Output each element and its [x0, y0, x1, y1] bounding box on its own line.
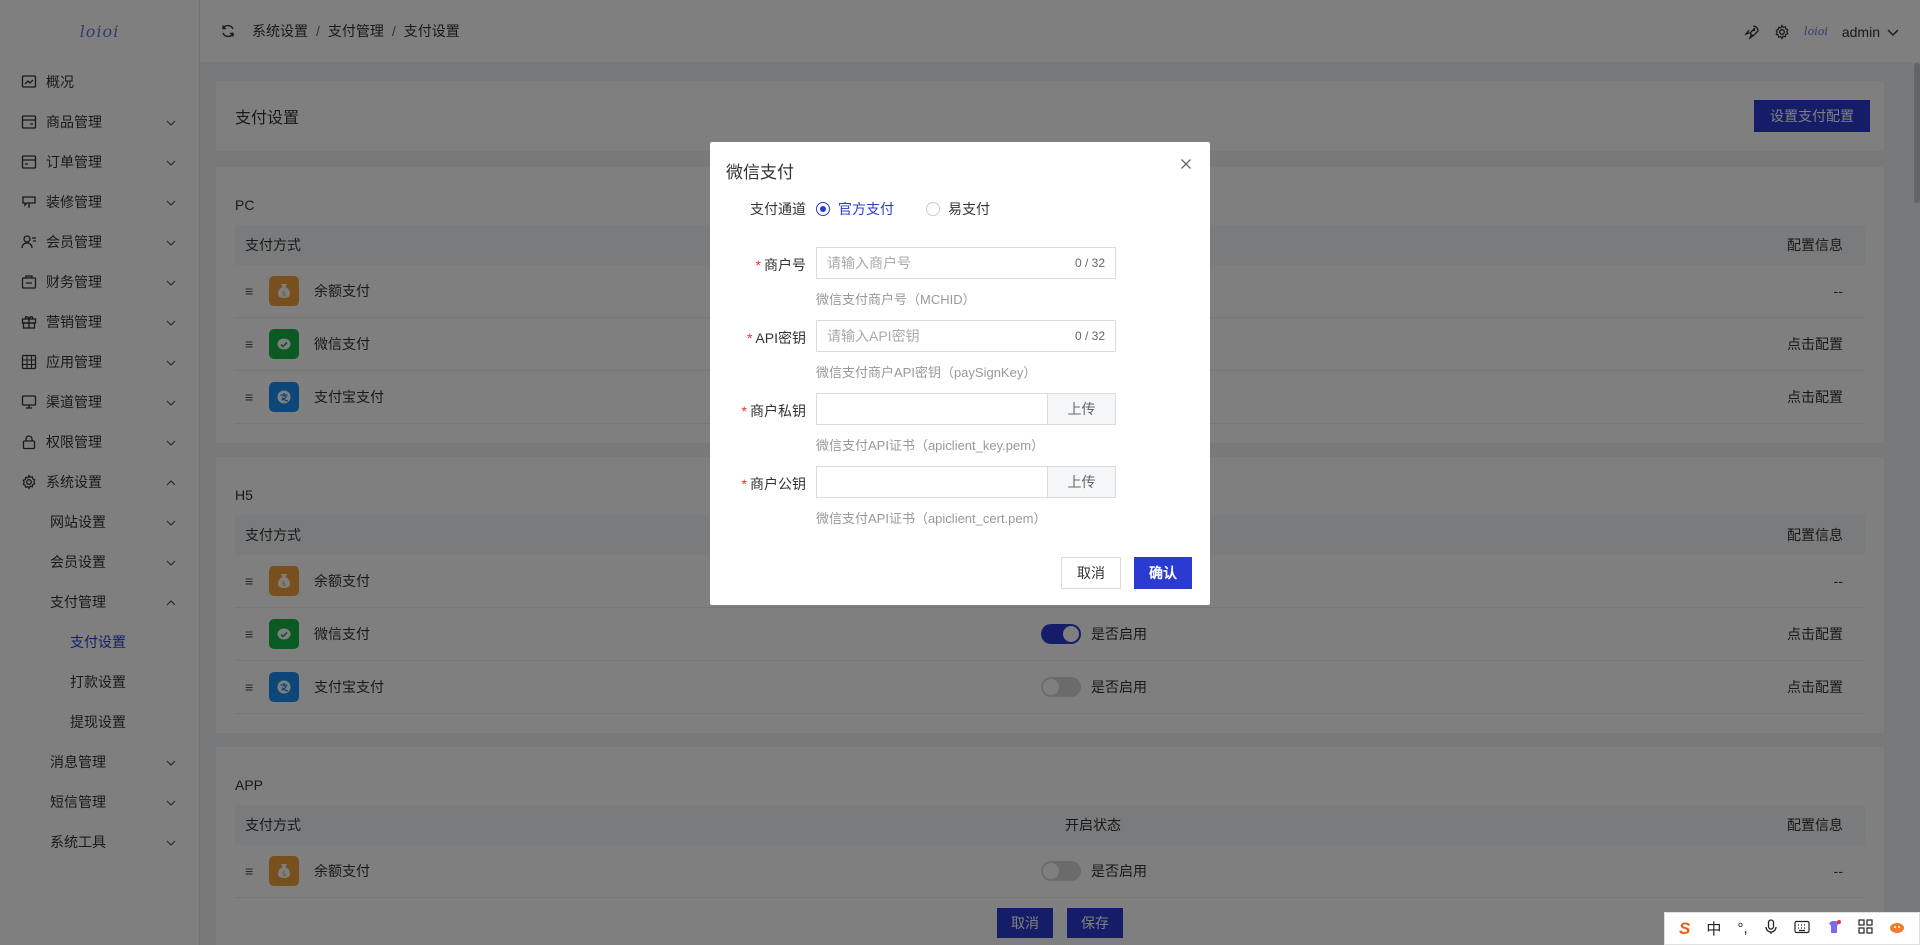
api-key-input-wrap: 0 / 32: [816, 320, 1116, 352]
public-key-upload: 上传: [816, 466, 1116, 498]
ime-punctuation-icon[interactable]: °,: [1737, 920, 1747, 937]
private-key-field[interactable]: [817, 394, 1047, 424]
radio-label: 官方支付: [838, 201, 894, 217]
private-key-label: * 商户私钥: [741, 403, 806, 419]
private-key-upload: 上传: [816, 393, 1116, 425]
upload-button[interactable]: 上传: [1047, 467, 1115, 497]
merchant-id-hint: 微信支付商户号（MCHID）: [816, 292, 976, 307]
private-key-hint: 微信支付API证书（apiclient_key.pem）: [816, 438, 1045, 453]
close-icon[interactable]: [1178, 156, 1194, 172]
wechat-pay-dialog: 微信支付 支付通道 官方支付 易支付 *商户号 0 / 32 微信支付商户号（M…: [710, 142, 1210, 605]
public-key-label: * 商户公钥: [741, 476, 806, 492]
radio-label: 易支付: [948, 201, 990, 217]
public-key-hint: 微信支付API证书（apiclient_cert.pem）: [816, 511, 1047, 526]
radio-dot: [926, 202, 940, 216]
merchant-id-input[interactable]: [827, 255, 1075, 271]
radio-official[interactable]: 官方支付: [816, 199, 894, 219]
channel-radio-group: 官方支付 易支付: [816, 199, 1022, 219]
channel-label: 支付通道: [750, 201, 806, 217]
ime-mode[interactable]: 中: [1706, 918, 1721, 939]
dialog-title: 微信支付: [726, 163, 794, 182]
api-key-hint: 微信支付商户API密钥（paySignKey）: [816, 365, 1037, 380]
char-counter: 0 / 32: [1074, 256, 1105, 270]
skin-icon[interactable]: [1826, 919, 1842, 939]
dialog-confirm-button[interactable]: 确认: [1134, 557, 1192, 589]
dialog-cancel-button[interactable]: 取消: [1061, 557, 1121, 589]
api-key-label: * API密钥: [746, 330, 806, 346]
upload-button[interactable]: 上传: [1047, 394, 1115, 424]
char-counter: 0 / 32: [1074, 329, 1105, 343]
merchant-id-input-wrap: 0 / 32: [816, 247, 1116, 279]
keyboard-icon[interactable]: [1794, 920, 1810, 938]
public-key-field[interactable]: [817, 467, 1047, 497]
radio-dot: [816, 202, 830, 216]
api-key-input[interactable]: [827, 328, 1075, 344]
ime-mascot-icon[interactable]: [1889, 920, 1905, 938]
ime-toolbar: S 中 °,: [1664, 912, 1920, 945]
ime-logo-icon[interactable]: S: [1679, 919, 1690, 939]
radio-easy-pay[interactable]: 易支付: [926, 199, 990, 219]
grid-menu-icon[interactable]: [1858, 919, 1873, 938]
channel-row: 支付通道 官方支付 易支付: [710, 198, 1210, 218]
merchant-id-label: * 商户号: [755, 257, 806, 273]
microphone-icon[interactable]: [1764, 918, 1778, 939]
